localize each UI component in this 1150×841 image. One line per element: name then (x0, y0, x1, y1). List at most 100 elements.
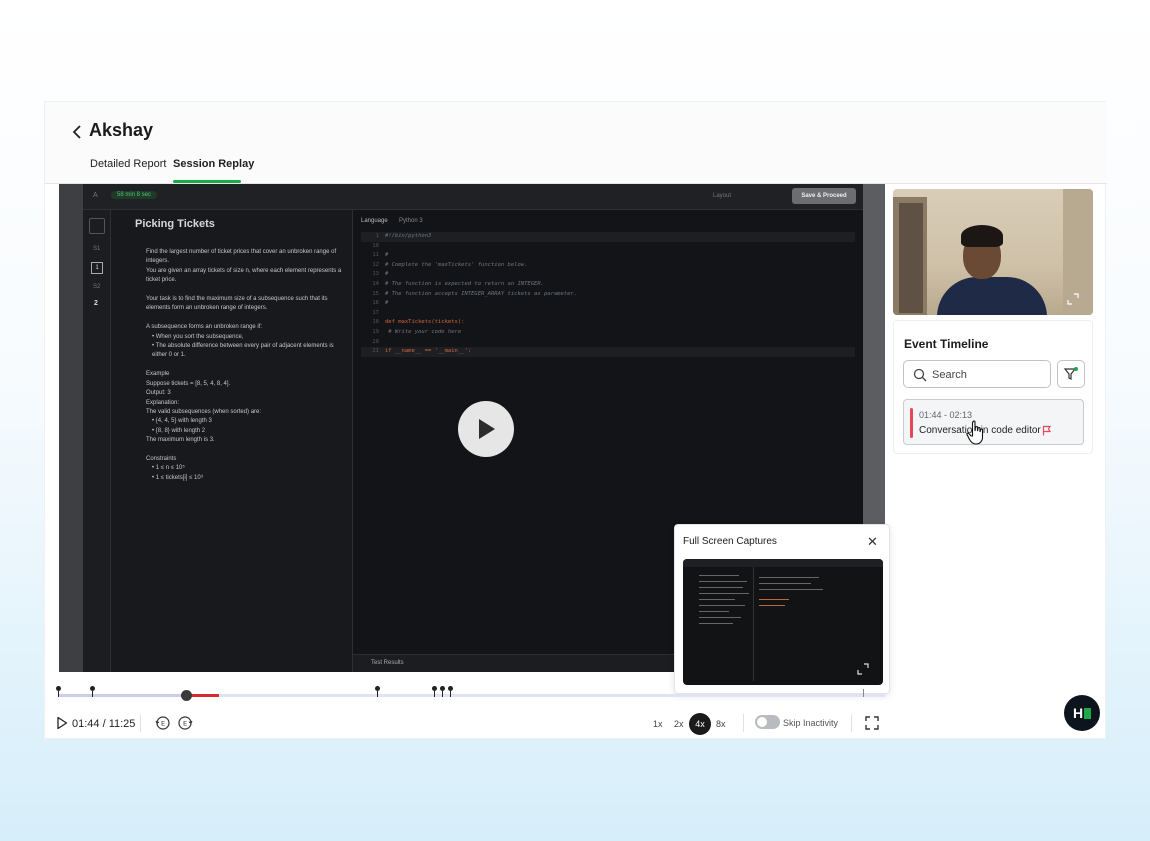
divider (851, 714, 852, 732)
video-topbar: A 58 min 8 sec Layout Save & Proceed (83, 184, 863, 210)
speed-1x[interactable]: 1x (653, 719, 663, 729)
webcam-feed[interactable] (893, 189, 1093, 315)
code-line-number: 10 (372, 242, 379, 249)
video-topbar-a: A (93, 192, 98, 199)
thumb-line (759, 577, 819, 578)
thumb-line (699, 617, 741, 618)
thumb-line (699, 623, 733, 624)
code-line: 17 (361, 309, 855, 319)
code-line-number: 1 (375, 233, 379, 239)
speed-2x[interactable]: 2x (674, 719, 684, 729)
timeline-played (59, 694, 187, 697)
code-line-text: def maxTickets(tickets): (385, 319, 465, 326)
video-language-label: Language (361, 218, 388, 224)
timeline-marker[interactable] (56, 686, 61, 697)
fullscreen-icon[interactable] (865, 716, 879, 730)
svg-text:E: E (161, 720, 165, 728)
timeline-marker[interactable] (90, 686, 95, 697)
event-timeline-panel: Event Timeline Search 01:44 - 02:13 Conv… (893, 320, 1093, 454)
back-button[interactable] (67, 120, 87, 144)
video-save-proceed: Save & Proceed (792, 188, 856, 204)
video-language-value: Python 3 (399, 218, 423, 224)
search-placeholder: Search (932, 369, 967, 381)
expand-icon[interactable] (857, 663, 869, 675)
full-screen-captures-popup: Full Screen Captures ✕ (674, 524, 890, 694)
play-video-button[interactable] (458, 401, 514, 457)
skip-inactivity-label: Skip Inactivity (783, 718, 839, 728)
hackerrank-logo[interactable]: H (1064, 695, 1100, 731)
thumb-line (759, 589, 823, 590)
code-line: 20 (361, 338, 855, 348)
event-search-input[interactable]: Search (903, 360, 1051, 388)
thumb-line (699, 587, 743, 588)
video-nav-box (89, 218, 105, 234)
timeline-scrubber[interactable] (180, 690, 192, 701)
code-line-number: 13 (372, 271, 379, 278)
code-line-number: 20 (372, 338, 379, 345)
play-icon[interactable] (56, 716, 68, 730)
code-line-text: # Complete the 'maxTickets' function bel… (385, 261, 528, 268)
brand-green-block (1084, 707, 1092, 719)
tab-session-replay[interactable]: Session Replay (173, 158, 254, 170)
code-line-text: if __name__ == '__main__': (385, 348, 472, 355)
page-title: Akshay (89, 120, 154, 140)
speed-4x[interactable]: 4x (689, 713, 711, 735)
code-line-number: 12 (372, 261, 379, 268)
close-icon[interactable]: ✕ (867, 535, 878, 548)
video-question-line: Find the largest number of ticket prices… (146, 249, 337, 265)
code-line-text: # (385, 300, 389, 307)
video-question-line: Constraints (146, 455, 177, 462)
skip-inactivity-toggle[interactable] (755, 715, 780, 729)
video-question-line: • 1 ≤ tickets[i] ≤ 10⁹ (152, 474, 204, 481)
event-item[interactable]: 01:44 - 02:13 Conversation in code edito… (903, 399, 1084, 445)
code-line-text: # The function is expected to return an … (385, 280, 544, 287)
video-question-2: 2 (94, 300, 98, 307)
filter-button[interactable] (1057, 360, 1085, 388)
code-line-number: 16 (372, 300, 379, 307)
timeline-marker[interactable] (432, 686, 437, 697)
rewind-icon[interactable]: E (155, 715, 171, 731)
code-line-number: 14 (372, 280, 379, 287)
speed-8x[interactable]: 8x (716, 719, 726, 729)
webcam-person-hair (961, 225, 1003, 247)
thumb-line (699, 581, 747, 582)
video-question-line: • When you sort the subsequence, (152, 333, 244, 340)
video-question-line: Output: 3 (146, 390, 171, 397)
timeline-marker[interactable] (440, 686, 445, 697)
code-line: 10 (361, 242, 855, 252)
thumb-line (759, 599, 789, 600)
code-line: 21 if __name__ == '__main__': (361, 347, 855, 357)
video-test-results-label: Test Results (371, 660, 404, 666)
svg-text:E: E (183, 720, 187, 728)
event-severity-bar (910, 408, 913, 438)
code-line: 18 def maxTickets(tickets): (361, 318, 855, 328)
webcam-bg-door-inner (899, 203, 923, 313)
code-line-number: 19 (372, 328, 379, 335)
timeline-end-tick (863, 689, 864, 697)
video-question-line (146, 361, 346, 370)
capture-thumbnail[interactable] (683, 559, 883, 685)
thumb-line (699, 605, 745, 606)
hand-cursor-icon (966, 420, 984, 445)
video-question-line: • {4, 4, 5} with length 3 (152, 418, 212, 425)
thumb-line (759, 605, 785, 606)
video-question-line (146, 314, 346, 323)
forward-icon[interactable]: E (177, 715, 193, 731)
tab-detailed-report[interactable]: Detailed Report (90, 158, 166, 170)
divider (140, 714, 141, 732)
timeline-marker[interactable] (448, 686, 453, 697)
code-line-number: 15 (372, 290, 379, 297)
toggle-knob (757, 717, 767, 727)
code-line: 14 # The function is expected to return a… (361, 280, 855, 290)
timeline-marker[interactable] (375, 686, 380, 697)
video-question-line: Example (146, 371, 170, 378)
brand-mark: H (1072, 705, 1084, 721)
video-question-nav: S1 1 S2 2 (83, 210, 111, 672)
video-question-line: A subsequence forms an unbroken range if… (146, 324, 263, 331)
code-line: 13 # (361, 270, 855, 280)
expand-icon[interactable] (1067, 293, 1079, 305)
thumb-line (699, 599, 735, 600)
video-layout-label: Layout (713, 193, 732, 199)
video-question-line: • The absolute difference between every … (152, 343, 334, 359)
code-line-number: 11 (372, 252, 379, 259)
